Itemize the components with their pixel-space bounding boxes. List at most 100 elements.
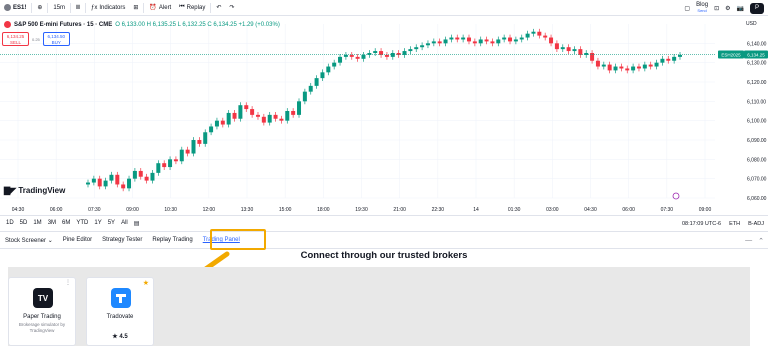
sell-button[interactable]: 6,134.25 SELL: [2, 32, 29, 46]
candle-body: [127, 178, 132, 189]
tab-replay-trading[interactable]: Replay Trading: [147, 237, 197, 243]
candle-body: [226, 112, 231, 125]
timeframe-5d[interactable]: 5D: [17, 220, 31, 227]
redo-button[interactable]: ↷: [225, 0, 238, 16]
candle-body: [625, 68, 630, 71]
spread-value: 0.25: [32, 36, 40, 42]
price-chart[interactable]: 6,140.00 6,130.00 6,120.00 6,110.00 6,100.00…: [0, 16, 768, 215]
add-symbol-button[interactable]: ⊕: [33, 0, 46, 16]
alert-button[interactable]: ⏰ Alert: [145, 0, 175, 16]
x-tick-label: 18:00: [317, 207, 330, 213]
timeframe-3m[interactable]: 3M: [45, 220, 59, 227]
replay-button[interactable]: ⏮ Replay: [175, 0, 209, 16]
candle-body: [560, 47, 565, 50]
buy-button[interactable]: 6,134.50 BUY: [42, 32, 70, 46]
tradovate-logo-icon: [111, 288, 131, 308]
candle-body: [197, 140, 202, 144]
candle-body: [549, 37, 554, 44]
clock-time[interactable]: 08:17:09 UTC-6: [682, 221, 721, 227]
candle-body: [666, 58, 671, 61]
broker-card-tradovate[interactable]: ★ Tradovate ★ 4.5: [86, 277, 154, 346]
interval-button[interactable]: 15m: [49, 0, 69, 16]
candle-body: [607, 64, 612, 71]
tab-stock-screener[interactable]: Stock Screener ⌄: [0, 237, 58, 244]
candle-body: [496, 39, 501, 44]
timeframe-5y[interactable]: 5Y: [105, 220, 118, 227]
session-toggle[interactable]: ETH: [729, 221, 740, 227]
timeframe-bar: 1D 5D 1M 3M 6M YTD 1Y 5Y All ▤ 08:17:09 …: [0, 215, 768, 232]
adjustment-toggle[interactable]: B-ADJ: [748, 221, 764, 227]
publish-button[interactable]: P: [750, 2, 764, 14]
symbol-search[interactable]: ES1!: [0, 0, 30, 16]
chart-type-button[interactable]: 𝍬: [72, 0, 84, 16]
layouts-button[interactable]: ⊞: [129, 0, 142, 16]
snapshot-expand-icon[interactable]: ⊡: [714, 5, 719, 12]
candle-body: [209, 126, 214, 133]
chart-legend: S&P 500 E-mini Futures · 15 · CME O 6,13…: [4, 21, 280, 28]
status-right: 08:17:09 UTC-6 ETH B-ADJ: [682, 221, 764, 227]
broker-name: Tradovate: [106, 314, 134, 320]
fullscreen-icon[interactable]: ▢: [684, 5, 690, 12]
candle-body: [642, 64, 647, 69]
timeframe-all[interactable]: All: [118, 220, 131, 227]
candle-body: [455, 37, 460, 40]
y-tick-label: 6,120.00: [747, 80, 767, 86]
settings-icon[interactable]: ⚙: [725, 5, 730, 12]
candle-body: [179, 149, 184, 162]
candle-body: [384, 54, 389, 57]
candle-body: [478, 39, 483, 44]
tv-logo-text: TradingView: [18, 186, 66, 195]
candle-body: [273, 114, 278, 119]
tab-pine-editor[interactable]: Pine Editor: [58, 237, 97, 243]
maximize-icon[interactable]: ⌃: [758, 237, 764, 245]
last-price-label: 6,134.25: [747, 52, 765, 57]
candle-body: [214, 120, 219, 127]
x-tick-label: 06:00: [50, 207, 63, 213]
alarm-icon: ⏰: [149, 5, 157, 11]
candle-body: [519, 37, 524, 40]
featured-star-icon: ★: [142, 280, 149, 287]
candle-body: [138, 170, 143, 177]
x-tick-label: 13:30: [241, 207, 254, 213]
x-tick-label: 07:30: [661, 207, 674, 213]
y-tick-label: 6,080.00: [747, 157, 767, 163]
currency-label: USD: [746, 21, 757, 27]
timeframe-1y[interactable]: 1Y: [91, 220, 104, 227]
tab-strategy-tester[interactable]: Strategy Tester: [97, 237, 147, 243]
candle-body: [244, 105, 249, 110]
y-tick-label: 6,090.00: [747, 138, 767, 144]
buy-sell-widget: 6,134.25 SELL 0.25 6,134.50 BUY: [2, 32, 70, 46]
timeframe-6m[interactable]: 6M: [59, 220, 73, 227]
plus-icon: ⊕: [37, 5, 43, 11]
candle-body: [613, 66, 618, 71]
timeframe-ytd[interactable]: YTD: [73, 220, 91, 227]
candle-body: [261, 116, 266, 123]
indicators-button[interactable]: ƒx Indicators: [87, 0, 129, 16]
candle-body: [466, 37, 471, 42]
date-range-icon[interactable]: ▤: [131, 220, 143, 227]
alert-label: Alert: [158, 4, 172, 11]
candle-body: [349, 54, 354, 57]
minimize-icon[interactable]: —: [745, 237, 752, 244]
candle-body: [566, 47, 571, 52]
blog-button[interactable]: Blog Send: [696, 2, 708, 13]
candle-body: [660, 58, 665, 63]
candle-body: [267, 114, 272, 123]
candle-body: [678, 54, 682, 57]
brokers-heading: Connect through our trusted brokers: [300, 250, 468, 261]
undo-button[interactable]: ↶: [212, 0, 225, 16]
timeframe-1m[interactable]: 1M: [30, 220, 44, 227]
candle-body: [449, 37, 454, 40]
chart-area[interactable]: 6,140.00 6,130.00 6,120.00 6,110.00 6,100.00…: [0, 16, 768, 215]
symbol-label: ES1!: [13, 4, 27, 11]
candle-body: [121, 184, 126, 189]
timeframe-1d[interactable]: 1D: [3, 220, 17, 227]
broker-card-paper-trading[interactable]: ⋮ TV Paper Trading Brokerage simulator b…: [8, 277, 76, 346]
tv-logo-icon: ▇◤: [4, 186, 17, 195]
candle-body: [314, 78, 319, 86]
candle-body: [531, 31, 536, 34]
candle-body: [168, 159, 173, 168]
more-icon[interactable]: ⋮: [65, 279, 71, 286]
candle-body: [472, 41, 477, 44]
camera-icon[interactable]: 📷: [737, 5, 744, 12]
